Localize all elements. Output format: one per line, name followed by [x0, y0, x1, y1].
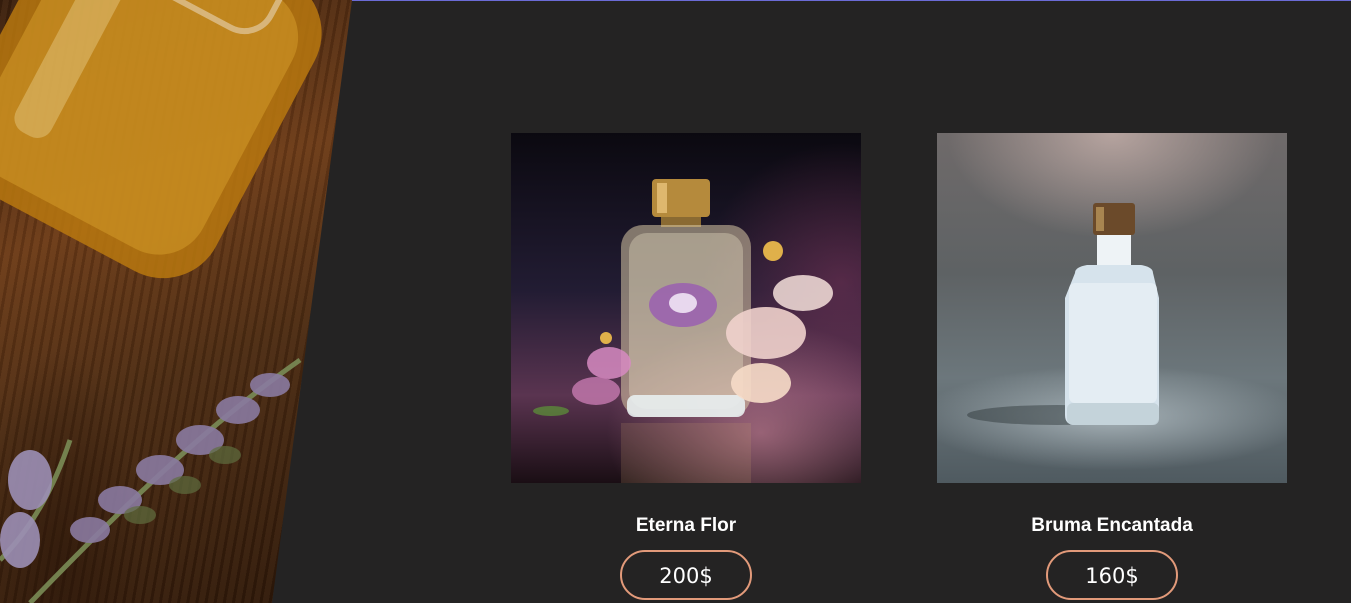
decorative-side-image [0, 0, 352, 603]
product-card[interactable]: Bruma Encantada 160$ [937, 133, 1287, 600]
price-button[interactable]: 160$ [1046, 550, 1178, 600]
page: Eterna Flor 200$ Bruma Encantada 160$ [0, 0, 1351, 603]
product-name[interactable]: Eterna Flor [511, 514, 861, 538]
price-button[interactable]: 200$ [620, 550, 752, 600]
product-image[interactable] [937, 133, 1287, 483]
product-image[interactable] [511, 133, 861, 483]
product-card[interactable]: Eterna Flor 200$ [511, 133, 861, 600]
white-perfume-bottle-icon [967, 203, 1159, 425]
perfume-bottle-with-flowers-icon [533, 179, 833, 483]
jar-and-lavender-icon [0, 0, 322, 603]
product-name[interactable]: Bruma Encantada [937, 514, 1287, 538]
